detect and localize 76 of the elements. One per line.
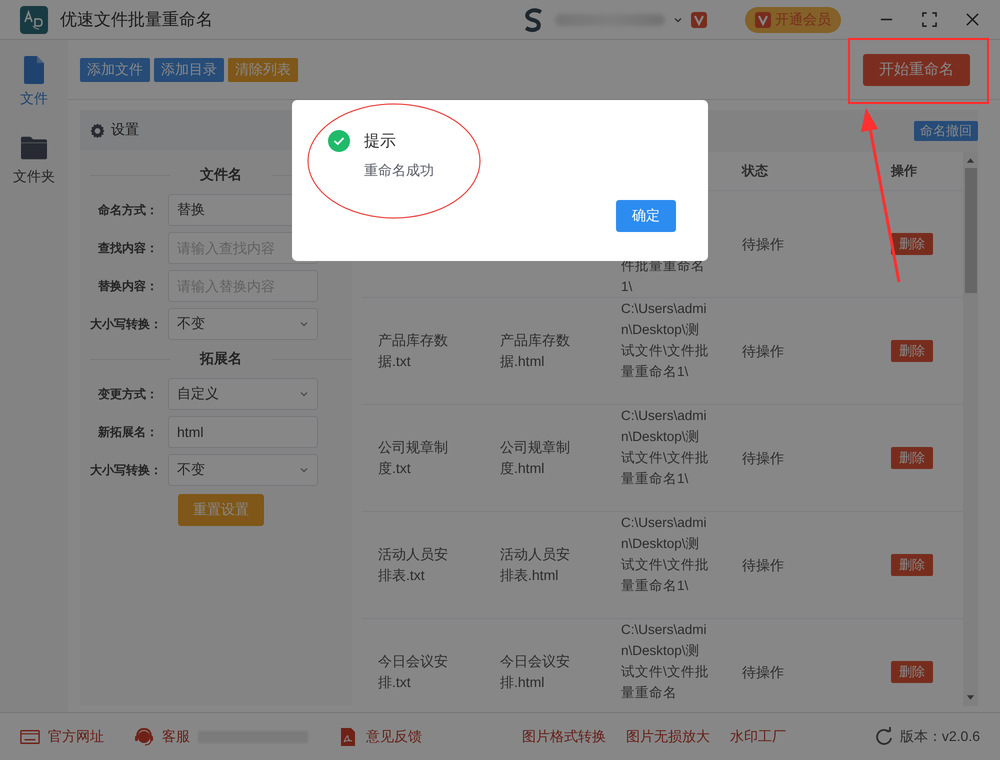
settings-title: 设置 bbox=[111, 121, 139, 139]
scrollbar-thumb[interactable] bbox=[964, 168, 976, 293]
table-cell-text: C:\Users\admin\Desktop\测试文件\文件批量重命名 bbox=[621, 621, 710, 702]
footer-link[interactable]: 客服 bbox=[134, 726, 308, 746]
table-cell-text: 待操作 bbox=[742, 448, 785, 468]
delete-button[interactable]: 删除 bbox=[891, 554, 933, 576]
app-logo-icon bbox=[20, 6, 48, 34]
table-cell-text: 今日会议安排.html bbox=[500, 652, 571, 692]
select-field[interactable]: 不变 bbox=[168, 454, 318, 486]
table-cell-text: 产品库存数据.html bbox=[500, 331, 571, 371]
close-icon[interactable] bbox=[965, 12, 980, 27]
headset-icon bbox=[134, 726, 154, 746]
footer-link[interactable]: 图片格式转换 bbox=[522, 728, 606, 746]
folder-icon bbox=[21, 134, 47, 162]
footer-link[interactable]: 图片无损放大 bbox=[626, 728, 710, 746]
field-label: 变更方式： bbox=[96, 386, 158, 402]
delete-button[interactable]: 删除 bbox=[891, 233, 933, 255]
window-title: 优速文件批量重命名 bbox=[60, 9, 213, 31]
gear-icon bbox=[90, 122, 105, 138]
table-cell-text: 今日会议安排.txt bbox=[378, 652, 449, 692]
column-header: 操作 bbox=[890, 162, 918, 180]
table-cell-text: C:\Users\admin\Desktop\测试文件\文件批量重命名1\ bbox=[621, 300, 710, 381]
scrollbar[interactable] bbox=[963, 152, 978, 706]
table-cell-text: 活动人员安排表.html bbox=[500, 545, 571, 585]
toolbar-button[interactable]: 添加文件 bbox=[80, 58, 150, 82]
field-label: 大小写转换： bbox=[90, 462, 158, 478]
scroll-up-icon[interactable] bbox=[966, 156, 975, 164]
toolbar-button[interactable]: 清除列表 bbox=[228, 58, 298, 82]
column-header: 状态 bbox=[740, 162, 769, 180]
table-cell-text: C:\Users\admin\Desktop\测试文件\文件批量重命名1\ bbox=[621, 514, 710, 595]
footer-link[interactable]: 意见反馈 bbox=[338, 726, 422, 746]
confirm-button[interactable]: 确定 bbox=[616, 200, 676, 232]
document-icon bbox=[21, 56, 47, 84]
table-cell-text: 待操作 bbox=[742, 662, 785, 682]
field-label: 查找内容： bbox=[97, 240, 158, 256]
field-label: 新拓展名： bbox=[97, 424, 158, 440]
version-label: 版本：v2.0.6 bbox=[900, 728, 980, 746]
vip-badge-icon bbox=[755, 12, 771, 28]
scroll-down-icon[interactable] bbox=[966, 694, 975, 702]
footer-link[interactable]: 官方网址 bbox=[20, 726, 104, 746]
vip-badge-icon bbox=[691, 12, 707, 28]
sidebar-item[interactable]: 文件夹 bbox=[13, 134, 55, 186]
input-field[interactable]: html bbox=[168, 416, 318, 448]
reset-settings-button[interactable]: 重置设置 bbox=[178, 494, 264, 526]
undo-rename-button[interactable]: 命名撤回 bbox=[914, 121, 978, 141]
table-cell-text: 活动人员安排表.txt bbox=[378, 545, 449, 585]
table-cell-text: 待操作 bbox=[742, 556, 785, 574]
chevron-down-icon bbox=[299, 465, 309, 475]
table-cell-text: 待操作 bbox=[742, 234, 785, 254]
field-label: 大小写转换： bbox=[90, 316, 158, 332]
select-field[interactable]: 不变 bbox=[168, 308, 318, 340]
sidebar-item[interactable]: 文件 bbox=[20, 56, 48, 108]
chevron-down-icon bbox=[299, 319, 309, 329]
field-label: 命名方式： bbox=[97, 202, 158, 218]
dialog-message: 重命名成功 bbox=[364, 162, 435, 180]
dialog-title: 提示 bbox=[364, 132, 396, 152]
section-heading: 拓展名 bbox=[200, 350, 242, 368]
table-cell-text: 公司规章制度.html bbox=[500, 438, 571, 478]
delete-button[interactable]: 删除 bbox=[891, 661, 933, 683]
pdf-document-icon bbox=[338, 726, 358, 746]
table-cell-text: C:\Users\admin\Desktop\测试文件\文件批量重命名1\ bbox=[621, 407, 710, 488]
fullscreen-icon[interactable] bbox=[922, 12, 937, 27]
section-heading: 文件名 bbox=[200, 166, 242, 184]
delete-button[interactable]: 删除 bbox=[891, 447, 933, 469]
chevron-down-icon bbox=[299, 389, 309, 399]
toolbar-button[interactable]: 添加目录 bbox=[154, 58, 224, 82]
refresh-icon[interactable] bbox=[874, 726, 894, 746]
select-field[interactable]: 自定义 bbox=[168, 378, 318, 410]
table-cell-text: 公司规章制度.txt bbox=[378, 438, 449, 478]
start-rename-button[interactable]: 开始重命名 bbox=[863, 54, 970, 86]
delete-button[interactable]: 删除 bbox=[891, 340, 933, 362]
table-cell-text: 产品库存数据.txt bbox=[378, 331, 449, 371]
table-cell-text: 待操作 bbox=[742, 342, 785, 360]
success-check-icon bbox=[328, 130, 350, 152]
field-label: 替换内容： bbox=[97, 278, 158, 294]
footer-link[interactable]: 水印工厂 bbox=[730, 728, 786, 746]
